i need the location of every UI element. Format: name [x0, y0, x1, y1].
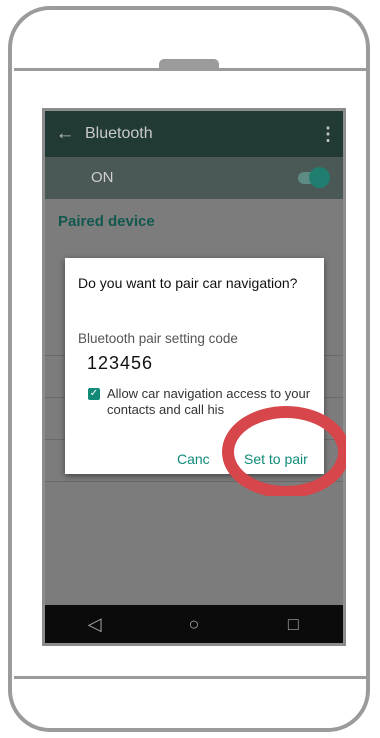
phone-speaker	[159, 59, 219, 68]
toggle-knob[interactable]	[309, 167, 330, 188]
paired-device-heading: Paired device	[58, 213, 155, 230]
bluetooth-toggle-row: ON	[45, 157, 343, 199]
app-bar: ← Bluetooth ⋮	[45, 111, 343, 157]
page-title: Bluetooth	[85, 125, 153, 142]
nav-back-icon[interactable]: ◁	[75, 614, 115, 635]
toggle-label: ON	[91, 169, 114, 186]
nav-home-icon[interactable]: ○	[174, 614, 214, 635]
arrow-left-icon[interactable]: ←	[45, 123, 85, 145]
system-navigation-bar: ◁ ○ □	[45, 605, 343, 643]
phone-top-bezel-line	[14, 68, 366, 71]
highlight-circle-annotation	[222, 406, 346, 496]
pair-code: 123456	[87, 353, 154, 373]
phone-bottom-bezel-line	[14, 676, 366, 679]
pair-code-label: Bluetooth pair setting code	[78, 331, 238, 346]
nav-recents-icon[interactable]: □	[273, 614, 313, 635]
contacts-access-checkbox[interactable]: ✓	[88, 388, 100, 400]
annotation-ellipse	[222, 406, 346, 496]
kebab-menu-icon[interactable]: ⋮	[313, 124, 343, 145]
dialog-title: Do you want to pair car navigation?	[78, 275, 298, 291]
cancel-button[interactable]: Canc	[177, 451, 210, 467]
